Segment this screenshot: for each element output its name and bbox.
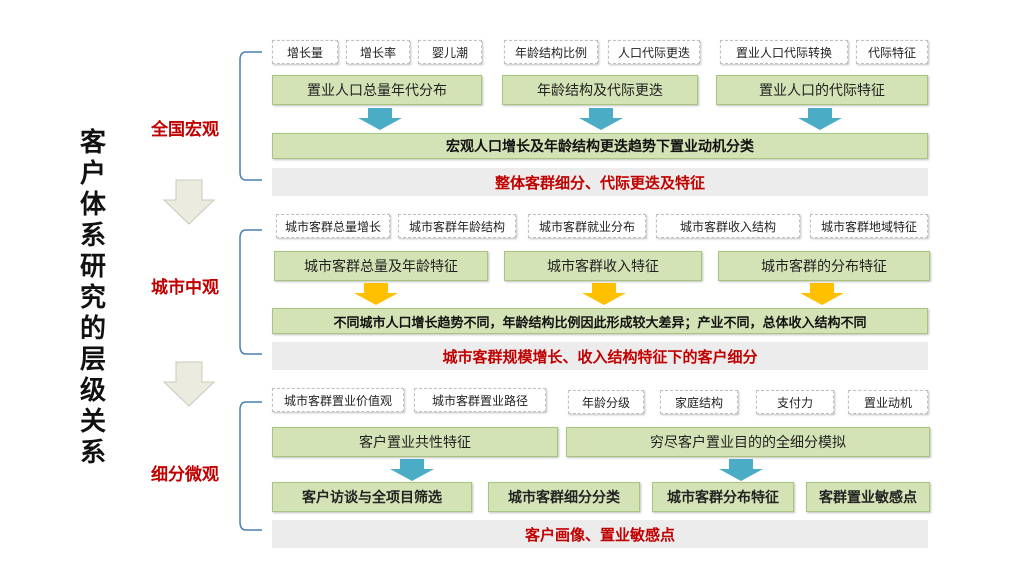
micro-feature-box: 穷尽客户置业目的的全细分模拟 [566,427,930,457]
down-arrow-icon [358,108,402,130]
city-summary-box: 不同城市人口增长趋势不同，年龄结构比例因此形成较大差异；产业不同，总体收入结构不… [272,308,928,334]
down-arrow-icon [582,283,626,305]
down-arrow-icon [354,283,398,305]
city-tag: 城市客群就业分布 [528,214,646,238]
city-tag: 城市客群总量增长 [276,214,390,238]
city-result-bar: 城市客群规模增长、收入结构特征下的客户细分 [272,342,928,370]
micro-output-box: 城市客群分布特征 [652,482,794,512]
micro-output-box: 城市客群细分分类 [488,482,640,512]
macro-feature-box: 年龄结构及代际更迭 [502,75,698,105]
down-arrow-icon [800,283,844,305]
macro-tag: 置业人口代际转换 [720,40,848,64]
macro-feature-box: 置业人口总量年代分布 [272,75,482,105]
city-tag: 城市客群地域特征 [810,214,928,238]
micro-feature-box: 客户置业共性特征 [272,427,558,457]
micro-output-box: 客户访谈与全项目筛选 [272,482,472,512]
micro-tag: 城市客群置业价值观 [272,388,404,412]
city-feature-box: 城市客群收入特征 [504,251,702,281]
micro-output-box: 客群置业敏感点 [806,482,930,512]
city-feature-box: 城市客群的分布特征 [718,251,930,281]
micro-tag: 家庭结构 [660,390,738,414]
macro-summary-box: 宏观人口增长及年龄结构更迭趋势下置业动机分类 [272,133,928,159]
down-arrow-icon [798,108,842,130]
micro-tag: 年龄分级 [568,390,644,414]
micro-result-bar: 客户画像、置业敏感点 [272,520,928,548]
down-arrow-icon [719,459,763,481]
down-arrow-icon [390,459,434,481]
city-tag: 城市客群收入结构 [656,214,800,238]
micro-tag: 城市客群置业路径 [414,388,546,412]
micro-tag: 置业动机 [848,390,928,414]
city-tag: 城市客群年龄结构 [398,214,516,238]
macro-tag: 增长率 [346,40,410,64]
macro-tag: 增长量 [272,40,338,64]
micro-tag: 支付力 [756,390,834,414]
down-arrow-icon [579,108,623,130]
macro-result-bar: 整体客群细分、代际更迭及特征 [272,168,928,196]
macro-tag: 年龄结构比例 [504,40,598,64]
macro-feature-box: 置业人口的代际特征 [716,75,928,105]
macro-tag: 婴儿潮 [418,40,482,64]
macro-tag: 代际特征 [856,40,928,64]
macro-tag: 人口代际更迭 [608,40,700,64]
city-feature-box: 城市客群总量及年龄特征 [274,251,488,281]
level-down-arrow-icon [162,361,216,407]
level-down-arrow-icon [162,179,216,225]
